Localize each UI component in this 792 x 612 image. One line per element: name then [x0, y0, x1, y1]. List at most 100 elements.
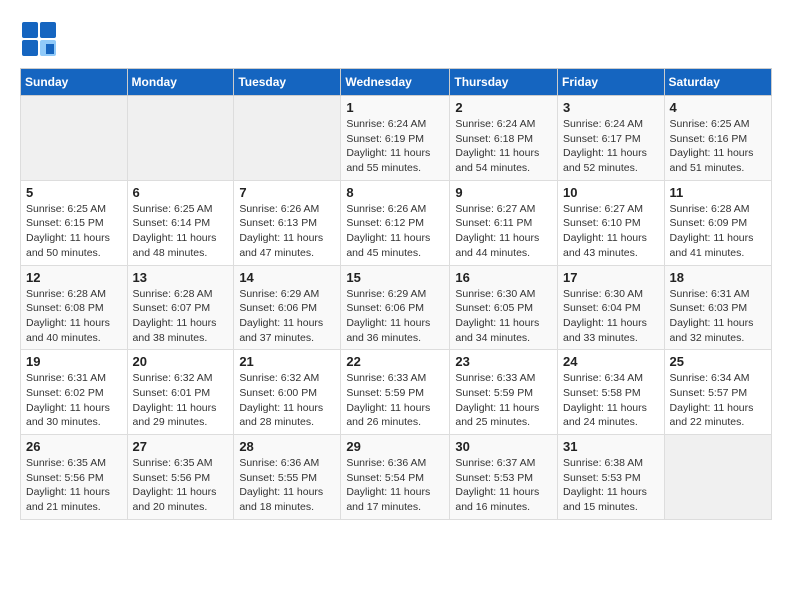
calendar-day-header: Wednesday: [341, 69, 450, 96]
day-info: Sunrise: 6:35 AMSunset: 5:56 PMDaylight:…: [26, 456, 122, 515]
day-info: Sunrise: 6:28 AMSunset: 6:09 PMDaylight:…: [670, 202, 766, 261]
day-number: 11: [670, 185, 766, 200]
day-number: 26: [26, 439, 122, 454]
calendar-cell: 27 Sunrise: 6:35 AMSunset: 5:56 PMDayligh…: [127, 435, 234, 520]
calendar-week-row: 26 Sunrise: 6:35 AMSunset: 5:56 PMDayligh…: [21, 435, 772, 520]
calendar-cell: 17 Sunrise: 6:30 AMSunset: 6:04 PMDayligh…: [558, 265, 665, 350]
calendar-cell: [127, 96, 234, 181]
calendar-cell: [234, 96, 341, 181]
calendar-cell: 21Sunrise: 6:32 AMSunset: 6:00 PMDayligh…: [234, 350, 341, 435]
day-number: 16: [455, 270, 552, 285]
calendar-cell: 24 Sunrise: 6:34 AMSunset: 5:58 PMDayligh…: [558, 350, 665, 435]
calendar-cell: 13 Sunrise: 6:28 AMSunset: 6:07 PMDayligh…: [127, 265, 234, 350]
day-info: Sunrise: 6:32 AMSunset: 6:00 PMDaylight:…: [239, 371, 335, 430]
day-info: Sunrise: 6:33 AMSunset: 5:59 PMDaylight:…: [455, 371, 552, 430]
day-info: Sunrise: 6:24 AMSunset: 6:18 PMDaylight:…: [455, 117, 552, 176]
day-info: Sunrise: 6:27 AMSunset: 6:10 PMDaylight:…: [563, 202, 659, 261]
day-info: Sunrise: 6:31 AMSunset: 6:03 PMDaylight:…: [670, 287, 766, 346]
day-info: Sunrise: 6:24 AMSunset: 6:17 PMDaylight:…: [563, 117, 659, 176]
day-info: Sunrise: 6:32 AMSunset: 6:01 PMDaylight:…: [133, 371, 229, 430]
day-info: Sunrise: 6:25 AMSunset: 6:16 PMDaylight:…: [670, 117, 766, 176]
calendar-cell: 28 Sunrise: 6:36 AMSunset: 5:55 PMDayligh…: [234, 435, 341, 520]
day-number: 29: [346, 439, 444, 454]
day-info: Sunrise: 6:29 AMSunset: 6:06 PMDaylight:…: [346, 287, 444, 346]
day-number: 22: [346, 354, 444, 369]
day-number: 14: [239, 270, 335, 285]
day-number: 15: [346, 270, 444, 285]
calendar-cell: 16 Sunrise: 6:30 AMSunset: 6:05 PMDayligh…: [450, 265, 558, 350]
calendar-cell: 14 Sunrise: 6:29 AMSunset: 6:06 PMDayligh…: [234, 265, 341, 350]
calendar-cell: 20 Sunrise: 6:32 AMSunset: 6:01 PMDayligh…: [127, 350, 234, 435]
calendar-cell: 7 Sunrise: 6:26 AMSunset: 6:13 PMDaylight…: [234, 180, 341, 265]
day-number: 17: [563, 270, 659, 285]
calendar-cell: 6 Sunrise: 6:25 AMSunset: 6:14 PMDaylight…: [127, 180, 234, 265]
calendar-cell: 26 Sunrise: 6:35 AMSunset: 5:56 PMDayligh…: [21, 435, 128, 520]
day-info: Sunrise: 6:30 AMSunset: 6:04 PMDaylight:…: [563, 287, 659, 346]
calendar-day-header: Saturday: [664, 69, 771, 96]
calendar-week-row: 5 Sunrise: 6:25 AMSunset: 6:15 PMDaylight…: [21, 180, 772, 265]
calendar-cell: 29 Sunrise: 6:36 AMSunset: 5:54 PMDayligh…: [341, 435, 450, 520]
day-number: 10: [563, 185, 659, 200]
day-info: Sunrise: 6:29 AMSunset: 6:06 PMDaylight:…: [239, 287, 335, 346]
day-number: 20: [133, 354, 229, 369]
day-number: 2: [455, 100, 552, 115]
day-info: Sunrise: 6:28 AMSunset: 6:07 PMDaylight:…: [133, 287, 229, 346]
calendar-cell: 23Sunrise: 6:33 AMSunset: 5:59 PMDayligh…: [450, 350, 558, 435]
calendar-cell: 4 Sunrise: 6:25 AMSunset: 6:16 PMDaylight…: [664, 96, 771, 181]
calendar-cell: 31Sunrise: 6:38 AMSunset: 5:53 PMDayligh…: [558, 435, 665, 520]
calendar-cell: [21, 96, 128, 181]
day-info: Sunrise: 6:33 AMSunset: 5:59 PMDaylight:…: [346, 371, 444, 430]
logo: [20, 20, 62, 58]
day-number: 28: [239, 439, 335, 454]
calendar-day-header: Tuesday: [234, 69, 341, 96]
calendar-week-row: 12 Sunrise: 6:28 AMSunset: 6:08 PMDayligh…: [21, 265, 772, 350]
day-info: Sunrise: 6:24 AMSunset: 6:19 PMDaylight:…: [346, 117, 444, 176]
day-info: Sunrise: 6:36 AMSunset: 5:55 PMDaylight:…: [239, 456, 335, 515]
day-number: 6: [133, 185, 229, 200]
day-number: 25: [670, 354, 766, 369]
page-header: [20, 20, 772, 58]
calendar-header-row: SundayMondayTuesdayWednesdayThursdayFrid…: [21, 69, 772, 96]
logo-icon: [20, 20, 58, 58]
calendar-week-row: 19 Sunrise: 6:31 AMSunset: 6:02 PMDayligh…: [21, 350, 772, 435]
calendar-cell: 9 Sunrise: 6:27 AMSunset: 6:11 PMDaylight…: [450, 180, 558, 265]
calendar-day-header: Monday: [127, 69, 234, 96]
day-number: 12: [26, 270, 122, 285]
day-info: Sunrise: 6:27 AMSunset: 6:11 PMDaylight:…: [455, 202, 552, 261]
day-info: Sunrise: 6:25 AMSunset: 6:15 PMDaylight:…: [26, 202, 122, 261]
day-info: Sunrise: 6:38 AMSunset: 5:53 PMDaylight:…: [563, 456, 659, 515]
calendar-cell: 15 Sunrise: 6:29 AMSunset: 6:06 PMDayligh…: [341, 265, 450, 350]
day-number: 9: [455, 185, 552, 200]
day-number: 13: [133, 270, 229, 285]
day-number: 4: [670, 100, 766, 115]
day-info: Sunrise: 6:36 AMSunset: 5:54 PMDaylight:…: [346, 456, 444, 515]
calendar-cell: 5 Sunrise: 6:25 AMSunset: 6:15 PMDaylight…: [21, 180, 128, 265]
day-info: Sunrise: 6:34 AMSunset: 5:58 PMDaylight:…: [563, 371, 659, 430]
calendar-cell: 12 Sunrise: 6:28 AMSunset: 6:08 PMDayligh…: [21, 265, 128, 350]
day-number: 27: [133, 439, 229, 454]
calendar-cell: 1Sunrise: 6:24 AMSunset: 6:19 PMDaylight…: [341, 96, 450, 181]
calendar-cell: 10 Sunrise: 6:27 AMSunset: 6:10 PMDayligh…: [558, 180, 665, 265]
day-info: Sunrise: 6:37 AMSunset: 5:53 PMDaylight:…: [455, 456, 552, 515]
day-number: 18: [670, 270, 766, 285]
calendar-week-row: 1Sunrise: 6:24 AMSunset: 6:19 PMDaylight…: [21, 96, 772, 181]
day-info: Sunrise: 6:26 AMSunset: 6:13 PMDaylight:…: [239, 202, 335, 261]
day-info: Sunrise: 6:25 AMSunset: 6:14 PMDaylight:…: [133, 202, 229, 261]
day-info: Sunrise: 6:28 AMSunset: 6:08 PMDaylight:…: [26, 287, 122, 346]
calendar-cell: 3Sunrise: 6:24 AMSunset: 6:17 PMDaylight…: [558, 96, 665, 181]
calendar-cell: 18 Sunrise: 6:31 AMSunset: 6:03 PMDayligh…: [664, 265, 771, 350]
day-info: Sunrise: 6:26 AMSunset: 6:12 PMDaylight:…: [346, 202, 444, 261]
day-info: Sunrise: 6:35 AMSunset: 5:56 PMDaylight:…: [133, 456, 229, 515]
day-number: 5: [26, 185, 122, 200]
calendar-day-header: Friday: [558, 69, 665, 96]
day-info: Sunrise: 6:31 AMSunset: 6:02 PMDaylight:…: [26, 371, 122, 430]
day-number: 19: [26, 354, 122, 369]
day-number: 7: [239, 185, 335, 200]
day-info: Sunrise: 6:30 AMSunset: 6:05 PMDaylight:…: [455, 287, 552, 346]
calendar-cell: 19 Sunrise: 6:31 AMSunset: 6:02 PMDayligh…: [21, 350, 128, 435]
day-number: 24: [563, 354, 659, 369]
calendar-cell: 8Sunrise: 6:26 AMSunset: 6:12 PMDaylight…: [341, 180, 450, 265]
calendar-cell: 11 Sunrise: 6:28 AMSunset: 6:09 PMDayligh…: [664, 180, 771, 265]
calendar-day-header: Thursday: [450, 69, 558, 96]
calendar-table: SundayMondayTuesdayWednesdayThursdayFrid…: [20, 68, 772, 520]
